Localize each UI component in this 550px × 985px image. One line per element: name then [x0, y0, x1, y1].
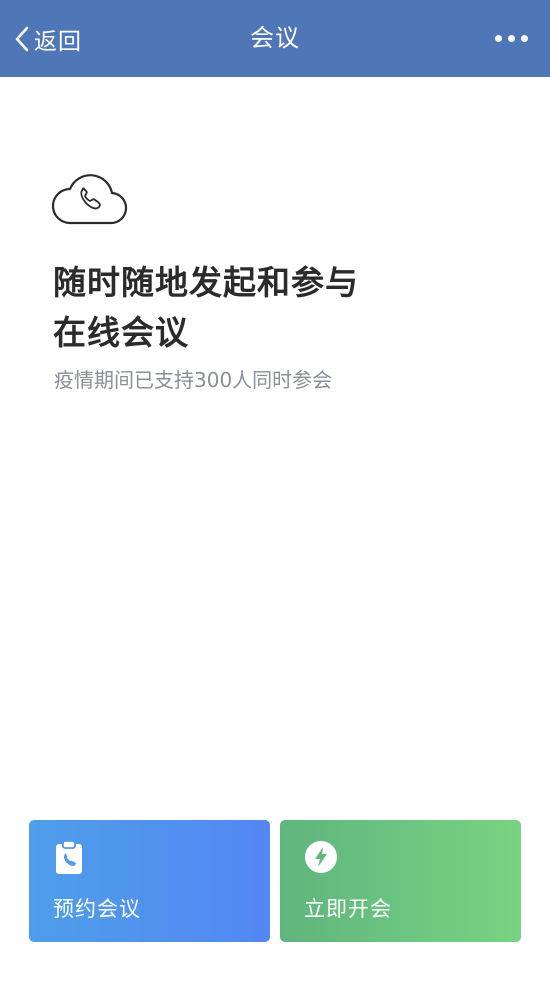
cloud-phone-icon	[51, 168, 128, 232]
lightning-icon	[304, 840, 338, 878]
clipboard-phone-icon	[53, 840, 85, 880]
hero-subtitle: 疫情期间已支持300人同时参会	[54, 368, 333, 392]
schedule-meeting-button[interactable]: 预约会议	[29, 820, 270, 942]
start-meeting-label: 立即开会	[304, 897, 392, 921]
hero-title-line: 随时随地发起和参与	[53, 263, 359, 302]
more-button[interactable]	[495, 0, 528, 77]
hero-title: 随时随地发起和参与 在线会议	[53, 258, 359, 358]
more-dots-icon	[495, 35, 502, 42]
schedule-meeting-label: 预约会议	[53, 897, 141, 921]
more-dots-icon	[521, 35, 528, 42]
hero-title-line: 在线会议	[53, 313, 189, 352]
start-meeting-button[interactable]: 立即开会	[280, 820, 521, 942]
page-title: 会议	[250, 24, 300, 52]
nav-bar: 返回 会议	[0, 0, 550, 77]
more-dots-icon	[508, 35, 515, 42]
